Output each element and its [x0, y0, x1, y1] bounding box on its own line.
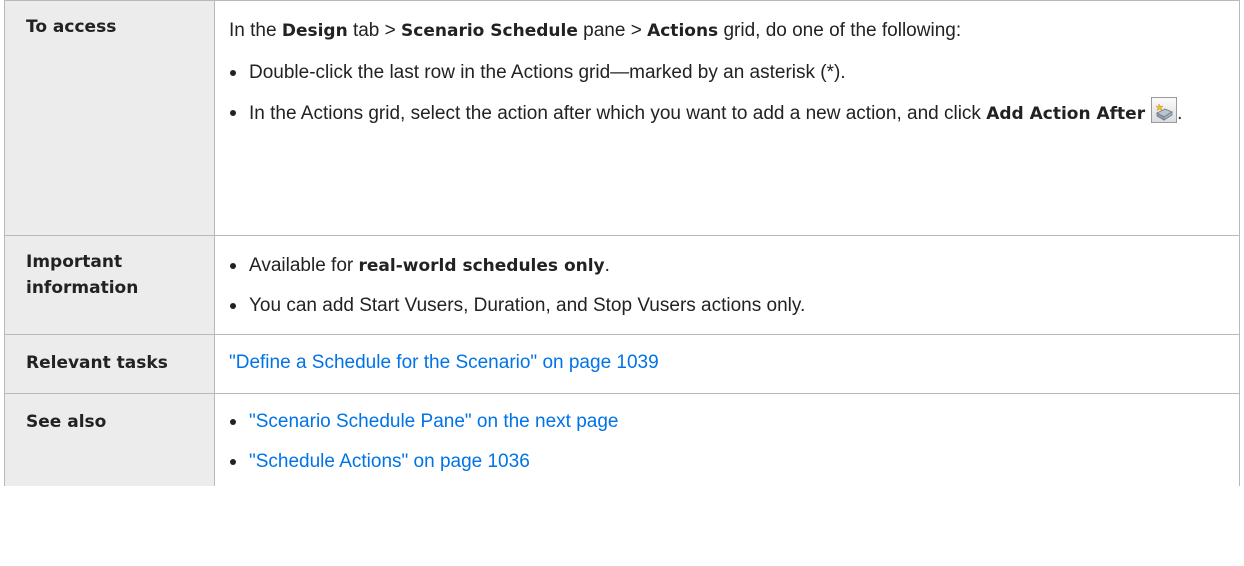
intro-text-2: tab >	[347, 20, 402, 41]
actions-term: Actions	[647, 21, 719, 41]
row-label: Relevant tasks	[4, 334, 215, 394]
add-action-after-term: Add Action After	[986, 104, 1146, 124]
row-relevant-tasks: Relevant tasks "Define a Schedule for th…	[4, 334, 1240, 394]
list-item-text: Double-click the last row in the Actions…	[249, 62, 846, 83]
row-important-information: Important information Available for real…	[4, 235, 1240, 335]
define-schedule-link[interactable]: "Define a Schedule for the Scenario" on …	[229, 352, 659, 373]
bullet-icon	[230, 459, 236, 465]
design-tab-term: Design	[281, 21, 348, 41]
see-also-list: "Scenario Schedule Pane" on the next pag…	[229, 406, 1223, 478]
schedule-actions-link[interactable]: "Schedule Actions" on page 1036	[249, 451, 530, 472]
list-item: "Schedule Actions" on page 1036	[229, 446, 1223, 478]
real-world-term: real-world schedules only	[358, 256, 605, 276]
row-content: "Define a Schedule for the Scenario" on …	[214, 334, 1240, 394]
row-label: To access	[4, 0, 215, 236]
bullet-icon	[230, 110, 236, 116]
access-list: Double-click the last row in the Actions…	[229, 57, 1223, 130]
bullet-icon	[230, 303, 236, 309]
row-see-also: See also "Scenario Schedule Pane" on the…	[4, 393, 1240, 486]
row-to-access: To access In the Design tab > Scenario S…	[4, 0, 1240, 236]
row-label: See also	[4, 393, 215, 486]
list-item-text: Available for	[249, 255, 359, 276]
scenario-schedule-pane-link[interactable]: "Scenario Schedule Pane" on the next pag…	[249, 411, 618, 432]
intro-text-3: pane >	[577, 20, 648, 41]
important-list: Available for real-world schedules only.…	[229, 250, 1223, 322]
list-item: Available for real-world schedules only.	[229, 250, 1223, 282]
sentence-end: .	[1177, 103, 1183, 124]
intro-text-4: grid, do one of the following:	[718, 20, 962, 41]
sentence-end: .	[604, 255, 610, 276]
row-content: Available for real-world schedules only.…	[214, 235, 1240, 335]
row-content: "Scenario Schedule Pane" on the next pag…	[214, 393, 1240, 486]
row-label: Important information	[4, 235, 215, 335]
row-content: In the Design tab > Scenario Schedule pa…	[214, 0, 1240, 236]
list-item: You can add Start Vusers, Duration, and …	[229, 290, 1223, 322]
scenario-schedule-term: Scenario Schedule	[401, 21, 578, 41]
list-item: In the Actions grid, select the action a…	[229, 97, 1223, 130]
intro-text-1: In the	[229, 20, 282, 41]
bullet-icon	[230, 419, 236, 425]
list-item-text: You can add Start Vusers, Duration, and …	[249, 295, 806, 316]
list-item: Double-click the last row in the Actions…	[229, 57, 1223, 89]
bullet-icon	[230, 263, 236, 269]
access-intro: In the Design tab > Scenario Schedule pa…	[229, 15, 1223, 47]
list-item: "Scenario Schedule Pane" on the next pag…	[229, 406, 1223, 438]
add-action-after-icon	[1151, 97, 1178, 123]
list-item-text: In the Actions grid, select the action a…	[249, 103, 987, 124]
bullet-icon	[230, 70, 236, 76]
info-table: To access In the Design tab > Scenario S…	[4, 0, 1240, 486]
